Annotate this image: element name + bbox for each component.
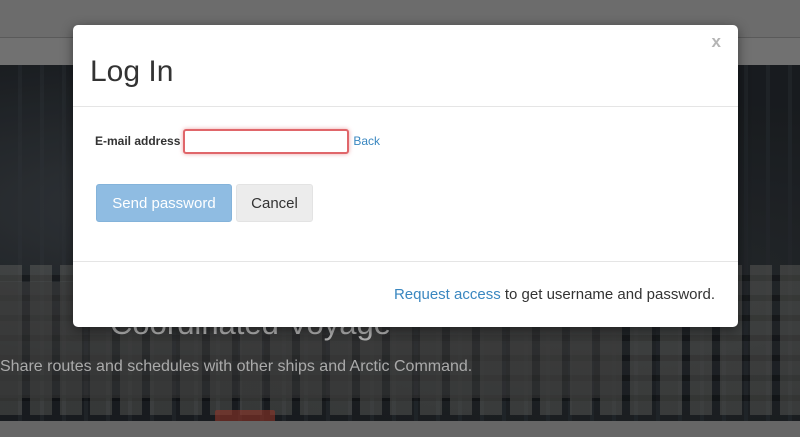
login-modal: Log In x E-mail address Back Send passwo… xyxy=(73,25,738,327)
email-label: E-mail address xyxy=(95,134,181,148)
email-input[interactable] xyxy=(183,128,350,154)
footer-text: Request access to get username and passw… xyxy=(394,286,715,303)
email-field-row: E-mail address Back xyxy=(95,128,380,154)
modal-title: Log In xyxy=(90,55,174,88)
send-password-button[interactable]: Send password xyxy=(96,184,232,222)
modal-footer: Request access to get username and passw… xyxy=(73,261,738,328)
request-access-link[interactable]: Request access xyxy=(394,286,501,303)
cancel-button[interactable]: Cancel xyxy=(236,184,313,222)
close-button[interactable]: x xyxy=(712,32,721,52)
modal-header: Log In x xyxy=(73,25,738,107)
back-link[interactable]: Back xyxy=(353,134,380,148)
footer-trailing-text: to get username and password. xyxy=(500,286,715,303)
